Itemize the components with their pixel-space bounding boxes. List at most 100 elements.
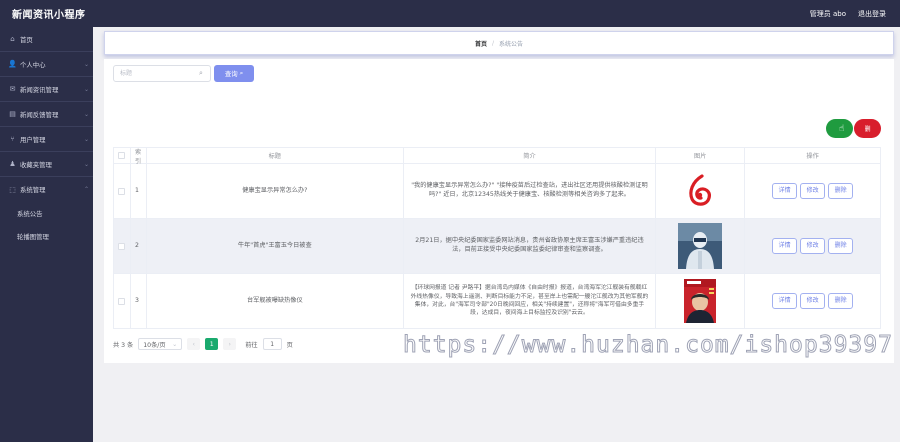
logout-link[interactable]: 退出登录 [858, 9, 886, 19]
chevron-down-icon: ⌄ [83, 85, 89, 93]
sidebar-item-label: 新闻资讯管理 [20, 85, 59, 94]
edit-button[interactable]: 修改 [800, 238, 826, 254]
row-checkbox[interactable] [118, 242, 126, 250]
breadcrumb: 首页 / 系统公告 [104, 31, 894, 55]
detail-button[interactable]: 详情 [772, 183, 798, 199]
row-intro: 2月21日，据中央纪委国家监委网站消息，贵州省政协原主席王富玉涉嫌严重违纪违法，… [404, 219, 657, 273]
breadcrumb-current: 系统公告 [499, 40, 524, 48]
header-select-all [114, 148, 131, 163]
detail-button[interactable]: 详情 [772, 238, 798, 254]
delete-button-label: 删除 [864, 126, 871, 133]
row-title: 台军舰被曝缺热像仪 [147, 274, 404, 328]
table-row: 3 台军舰被曝缺热像仪 【环球网报道 记者 尹路平】据台湾岛内媒体《自由时报》报… [114, 274, 882, 329]
chevron-down-icon: ⌄ [83, 160, 89, 168]
main-area: 首页 / 系统公告 ⌕ 查询 ⌕ 新增 删除 ☝ 索引 标题 简介 图片 操作 [93, 27, 900, 442]
sidebar-item-home[interactable]: ⌂ 首页 [0, 27, 93, 52]
sidebar: ⌂ 首页 👤 个人中心 ⌄ ✉ 新闻资讯管理 ⌄ ▤ 新闻反馈管理 ⌄ ⑂ 用户… [0, 27, 93, 442]
total-count: 共 3 条 [113, 341, 134, 349]
row-checkbox[interactable] [118, 187, 126, 195]
jump-page-input[interactable] [262, 338, 282, 350]
top-bar: 新闻资讯小程序 管理员 abo 退出登录 [0, 0, 900, 27]
sidebar-item-system-management[interactable]: ⬚ 系统管理 ⌃ [0, 177, 93, 202]
row-index: 3 [131, 274, 147, 328]
row-checkbox-cell [114, 164, 131, 218]
table-row: 2 牛年"首虎"王富玉今日被查 2月21日，据中央纪委国家监委网站消息，贵州省政… [114, 219, 882, 274]
row-image-cell [656, 164, 746, 218]
chevron-down-icon: ⌄ [83, 135, 89, 143]
page-size-select[interactable]: 10条/页 ⌄ [138, 338, 183, 350]
query-button[interactable]: 查询 ⌕ [214, 65, 254, 82]
sidebar-item-feedback-management[interactable]: ▤ 新闻反馈管理 ⌄ [0, 102, 93, 127]
header-title: 标题 [147, 148, 404, 163]
watermark: https://www.huzhan.com/ishop39397 [403, 332, 893, 359]
sidebar-item-user-management[interactable]: ⑂ 用户管理 ⌄ [0, 127, 93, 152]
breadcrumb-home[interactable]: 首页 [475, 39, 487, 48]
content-panel: ⌕ 查询 ⌕ 新增 删除 ☝ 索引 标题 简介 图片 操作 1 [104, 59, 894, 363]
row-title: 健康宝显示异常怎么办? [147, 164, 404, 218]
app-title: 新闻资讯小程序 [12, 10, 86, 21]
chevron-down-icon: ⌄ [83, 60, 89, 68]
delete-row-button[interactable]: 删除 [828, 293, 854, 309]
notice-table: 索引 标题 简介 图片 操作 1 健康宝显示异常怎么办? "我的健康宝显示异常怎… [113, 147, 882, 329]
pagination: 共 3 条 10条/页 ⌄ ‹ 1 › 前往 页 [113, 338, 293, 350]
sidebar-subitem-system-notice[interactable]: 系统公告 [0, 202, 93, 225]
user-icon: 👤 [8, 60, 17, 68]
chevron-up-icon: ⌃ [83, 186, 89, 193]
row-image-cell [656, 219, 746, 273]
row-index: 2 [131, 219, 147, 273]
sidebar-item-label: 新闻反馈管理 [20, 110, 59, 119]
query-button-label: 查询 [224, 70, 238, 78]
row-intro: 【环球网报道 记者 尹路平】据台湾岛内媒体《自由时报》报道，台湾海军沱江舰装有舰… [404, 274, 657, 328]
row-ops: 详情 修改 删除 [745, 219, 882, 273]
sidebar-item-favorites-management[interactable]: ♟ 收藏夹管理 ⌄ [0, 152, 93, 177]
edit-button[interactable]: 修改 [800, 293, 826, 309]
sidebar-item-label: 个人中心 [20, 60, 46, 69]
note-icon: ▤ [9, 110, 16, 118]
delete-row-button[interactable]: 删除 [828, 238, 854, 254]
edit-button[interactable]: 修改 [800, 183, 826, 199]
sidebar-subitem-carousel-management[interactable]: 轮播图管理 [0, 225, 93, 248]
delete-row-button[interactable]: 删除 [828, 183, 854, 199]
header-intro: 简介 [404, 148, 657, 163]
dashed-square-icon: ⬚ [9, 185, 16, 194]
table-header-row: 索引 标题 简介 图片 操作 [114, 148, 882, 165]
jump-prefix: 前往 [245, 341, 258, 349]
table-row: 1 健康宝显示异常怎么办? "我的健康宝显示异常怎么办?" "接种疫苗后过检查站… [114, 164, 882, 219]
chevron-down-icon: ⌄ [172, 340, 178, 348]
prev-page-button[interactable]: ‹ [187, 338, 201, 350]
delete-button[interactable]: 删除 [854, 119, 881, 138]
search-icon: ⌕ [239, 69, 244, 77]
sidebar-item-personal-center[interactable]: 👤 个人中心 ⌄ [0, 52, 93, 77]
magazine-cover-image [678, 278, 723, 324]
sidebar-item-label: 系统管理 [20, 186, 46, 194]
header-index: 索引 [131, 148, 147, 165]
home-icon: ⌂ [10, 35, 15, 43]
row-ops: 详情 修改 删除 [745, 274, 882, 328]
red-logo-image [678, 168, 723, 214]
row-index: 1 [131, 164, 147, 218]
person-icon: ♟ [9, 160, 16, 168]
chevron-left-icon: ‹ [192, 340, 195, 348]
admin-user-label: 管理员 abo [809, 9, 846, 18]
page-size-value: 10条/页 [143, 341, 166, 349]
jump-suffix: 页 [286, 341, 293, 349]
row-checkbox-cell [114, 274, 131, 328]
sidebar-item-news-management[interactable]: ✉ 新闻资讯管理 ⌄ [0, 77, 93, 102]
header-image: 图片 [656, 148, 746, 163]
detail-button[interactable]: 详情 [772, 293, 798, 309]
chevron-right-icon: › [228, 340, 231, 348]
chevron-down-icon: ⌄ [83, 110, 89, 118]
page-number-current[interactable]: 1 [205, 338, 219, 350]
select-all-checkbox[interactable] [118, 152, 126, 159]
mail-icon: ✉ [9, 85, 16, 93]
row-image-cell [656, 274, 746, 328]
breadcrumb-separator: / [491, 39, 495, 47]
route-icon: ⑂ [10, 135, 15, 143]
sidebar-item-label: 用户管理 [20, 135, 46, 144]
row-checkbox[interactable] [118, 297, 126, 305]
next-page-button[interactable]: › [223, 338, 237, 350]
sidebar-item-label: 首页 [20, 35, 33, 44]
sidebar-item-label: 收藏夹管理 [20, 160, 52, 169]
header-ops: 操作 [745, 148, 882, 163]
search-input[interactable] [113, 65, 211, 82]
